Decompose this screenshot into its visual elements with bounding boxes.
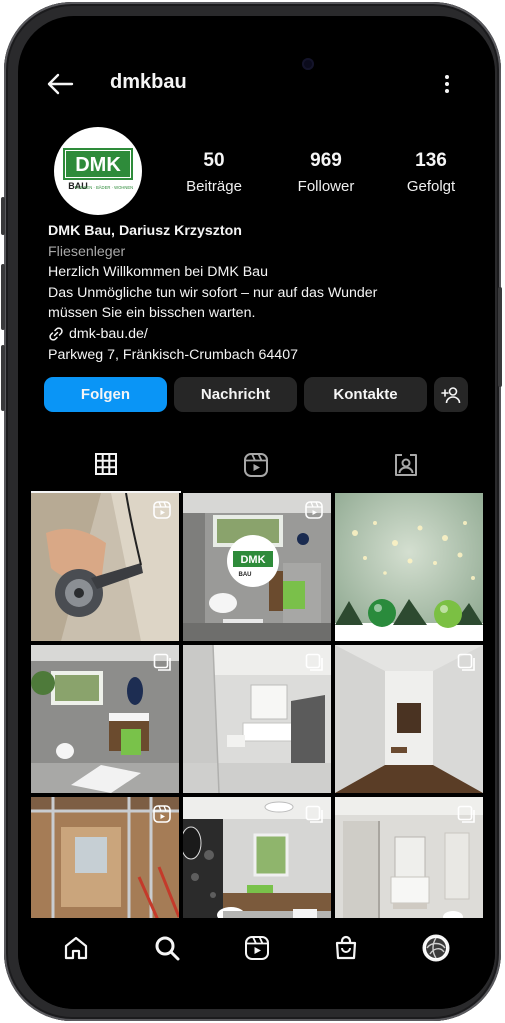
- profile-avatar[interactable]: DMK BAU FLIESEN · BÄDER · WOHNEN: [54, 127, 142, 215]
- website-link-text[interactable]: dmk-bau.de/: [69, 324, 148, 345]
- post-thumbnail[interactable]: [335, 493, 483, 641]
- profile-stats: 50 Beiträge 969 Follower 136 Gefolgt: [172, 150, 472, 200]
- posts-grid: DMK BAU: [31, 493, 483, 945]
- shop-icon: [335, 935, 357, 960]
- profile-full-name: DMK Bau, Dariusz Krzyszton: [48, 223, 242, 239]
- phone-frame: dmkbau DMK BAU FLIESEN · BÄDER · WOHNEN …: [1, 2, 502, 1021]
- followers-label: Follower: [297, 178, 355, 195]
- carousel-badge-icon: [153, 653, 171, 671]
- reels-icon: [244, 453, 268, 477]
- profile-category: Fliesenleger: [48, 243, 126, 260]
- home-icon: [64, 936, 88, 960]
- carousel-badge-icon: [457, 805, 475, 823]
- volume-up-button: [1, 264, 5, 330]
- post-thumbnail[interactable]: [31, 645, 179, 793]
- message-button[interactable]: Nachricht: [174, 377, 297, 412]
- nav-shop[interactable]: [326, 930, 366, 966]
- power-button: [498, 287, 502, 387]
- post-image: [335, 493, 483, 641]
- reels-icon: [245, 936, 269, 960]
- reels-badge-icon: [305, 501, 323, 519]
- posts-count: 50: [203, 150, 225, 171]
- posts-label: Beiträge: [186, 178, 242, 195]
- svg-text:DMK: DMK: [240, 554, 265, 566]
- grid-icon: [95, 453, 117, 475]
- followers-count: 969: [310, 150, 342, 171]
- reels-badge-icon: [153, 501, 171, 519]
- link-icon: [49, 327, 63, 341]
- profile-address[interactable]: Parkweg 7, Fränkisch-Crumbach 64407: [48, 345, 478, 366]
- profile-icon: [422, 934, 450, 962]
- content-tabs: [18, 448, 495, 493]
- more-options-icon[interactable]: [442, 72, 452, 96]
- post-thumbnail[interactable]: [183, 645, 331, 793]
- bottom-navigation: [18, 918, 495, 1009]
- carousel-badge-icon: [305, 653, 323, 671]
- volume-down-button: [1, 345, 5, 411]
- screen: dmkbau DMK BAU FLIESEN · BÄDER · WOHNEN …: [18, 16, 495, 1009]
- search-icon: [155, 936, 180, 961]
- suggest-people-button[interactable]: [434, 377, 468, 412]
- svg-text:FLIESEN · BÄDER · WOHNEN: FLIESEN · BÄDER · WOHNEN: [75, 185, 133, 190]
- profile-username: dmkbau: [110, 71, 187, 93]
- nav-search[interactable]: [147, 930, 187, 966]
- add-person-icon: [441, 386, 461, 403]
- stat-followers[interactable]: 969 Follower: [276, 150, 376, 195]
- bio-line-1: Herzlich Willkommen bei DMK Bau: [48, 264, 268, 281]
- contacts-button[interactable]: Kontakte: [304, 377, 427, 412]
- tab-tagged[interactable]: [331, 448, 481, 493]
- tab-posts-grid[interactable]: [31, 448, 181, 493]
- svg-text:BAU: BAU: [239, 572, 252, 578]
- follow-button[interactable]: Folgen: [44, 377, 167, 412]
- bio-line-2: Das Unmögliche tun wir sofort – nur auf …: [48, 284, 378, 301]
- carousel-badge-icon: [457, 653, 475, 671]
- website-link[interactable]: dmk-bau.de/: [48, 324, 478, 345]
- carousel-badge-icon: [305, 805, 323, 823]
- stat-posts[interactable]: 50 Beiträge: [164, 150, 264, 195]
- profile-actions: Folgen Nachricht Kontakte: [44, 377, 474, 412]
- tab-reels[interactable]: [181, 448, 331, 493]
- profile-header: dmkbau: [18, 66, 495, 102]
- nav-reels[interactable]: [237, 930, 277, 966]
- following-count: 136: [415, 150, 447, 171]
- post-thumbnail[interactable]: [335, 645, 483, 793]
- following-label: Gefolgt: [406, 178, 456, 195]
- nav-home[interactable]: [56, 930, 96, 966]
- dmk-bau-logo: DMK BAU FLIESEN · BÄDER · WOHNEN: [63, 148, 133, 191]
- silent-switch: [1, 197, 5, 235]
- post-thumbnail[interactable]: [31, 493, 179, 641]
- tagged-icon: [395, 454, 417, 476]
- nav-profile[interactable]: [416, 930, 456, 966]
- profile-bio: DMK Bau, Dariusz Krzyszton Fliesenleger …: [48, 221, 478, 365]
- bio-line-3: müssen Sie ein bisschen warten.: [48, 305, 256, 322]
- post-thumbnail[interactable]: DMK BAU: [183, 493, 331, 641]
- back-arrow-icon[interactable]: [46, 72, 74, 96]
- stat-following[interactable]: 136 Gefolgt: [381, 150, 481, 195]
- reels-badge-icon: [153, 805, 171, 823]
- svg-text:DMK: DMK: [75, 154, 121, 176]
